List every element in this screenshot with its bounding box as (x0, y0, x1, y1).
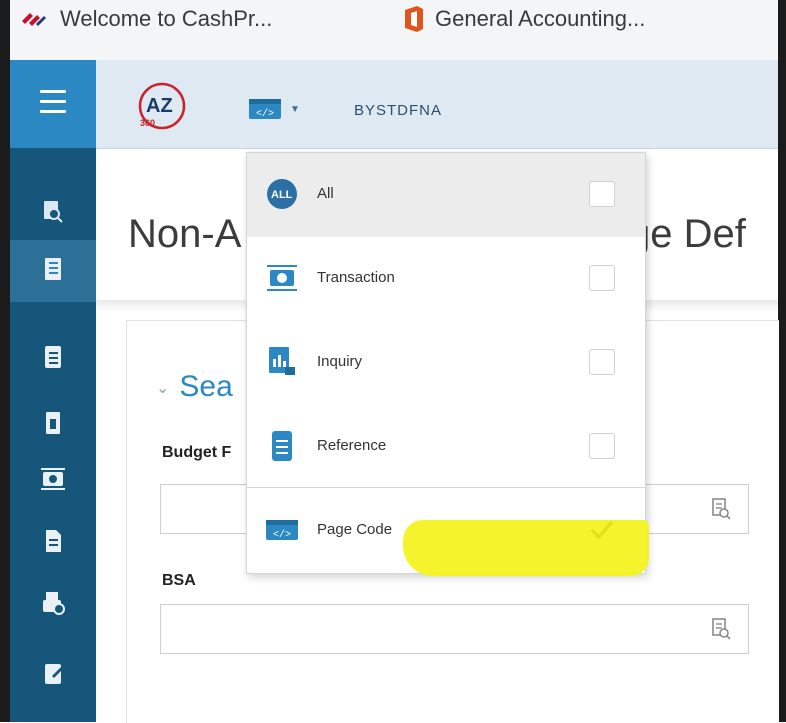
flag-icon (22, 13, 46, 26)
search-section-toggle[interactable]: ⌄ Sea (156, 370, 233, 404)
dropdown-item-label: All (317, 185, 334, 202)
reference-checkbox[interactable] (589, 433, 615, 459)
dropdown-item-label: Inquiry (317, 353, 363, 370)
dropdown-item-reference[interactable]: Reference (247, 405, 645, 489)
chevron-down-icon: ⌄ (156, 380, 170, 398)
inquiry-checkbox[interactable] (589, 349, 615, 375)
search-section-label: Sea (179, 370, 233, 403)
budget-field-label: Budget F (162, 444, 232, 461)
print-settings-icon[interactable] (40, 590, 66, 616)
svg-text:ALL: ALL (271, 189, 293, 201)
page-code-icon: </> (249, 99, 281, 120)
page-code-selector[interactable]: </> ▼ (248, 98, 300, 120)
svg-text:</>: </> (256, 108, 274, 120)
chevron-down-icon: ▼ (290, 103, 300, 115)
ledger-icon[interactable] (40, 256, 66, 282)
bookmarks-bar: Welcome to CashPr... General Accounting.… (10, 0, 778, 61)
document-icon[interactable] (40, 344, 66, 370)
lookup-icon (712, 498, 731, 520)
dropdown-item-transaction[interactable]: Transaction (247, 237, 645, 321)
all-checkbox[interactable] (589, 181, 615, 207)
page-code-icon: </> (266, 520, 298, 541)
dropdown-item-label: Page Code (317, 521, 393, 538)
dropdown-item-label: Transaction (317, 269, 395, 286)
az360-logo[interactable]: AZ 360 (134, 80, 194, 132)
page-title: Non-A (128, 212, 242, 256)
bookmark-label: General Accounting... (435, 6, 646, 31)
transaction-checkbox[interactable] (589, 265, 615, 291)
bsa-field-label: BSA (162, 572, 196, 589)
left-nav (10, 60, 96, 722)
app-header: AZ 360 </> ▼ BYSTDFNA (96, 60, 778, 149)
window-frame-right (778, 0, 786, 722)
svg-text:</>: </> (273, 529, 291, 541)
bsa-field-input[interactable] (160, 604, 696, 654)
office-icon (405, 6, 423, 32)
lookup-icon (712, 618, 731, 640)
dropdown-item-label: Reference (317, 437, 387, 454)
inquiry-icon (269, 347, 295, 375)
bsa-lookup-button[interactable] (694, 604, 749, 654)
yellow-highlight-annotation (403, 520, 649, 576)
bookmark-label: Welcome to CashPr... (60, 6, 273, 31)
bookmark-cashpro[interactable]: Welcome to CashPr... (22, 6, 273, 32)
window-frame-left (0, 0, 10, 722)
transaction-icon (267, 265, 297, 291)
transaction-icon[interactable] (40, 466, 66, 492)
all-icon: ALL (267, 179, 297, 209)
bookmark-general-accounting[interactable]: General Accounting... (405, 6, 646, 32)
dropdown-item-inquiry[interactable]: Inquiry (247, 321, 645, 405)
report-icon[interactable] (40, 410, 66, 436)
nav-menu-area (10, 60, 96, 148)
dropdown-divider (247, 487, 645, 488)
reference-icon (272, 431, 292, 461)
svg-text:AZ: AZ (146, 95, 173, 117)
page-list-icon[interactable] (40, 528, 66, 554)
search-document-icon[interactable] (40, 198, 66, 224)
environment-label: BYSTDFNA (354, 102, 443, 119)
page-type-dropdown: ALL All Transaction Inquiry Reference </… (246, 152, 646, 574)
hamburger-menu-icon[interactable] (40, 90, 66, 113)
edit-document-icon[interactable] (40, 660, 66, 686)
svg-text:360: 360 (140, 118, 155, 128)
budget-lookup-button[interactable] (694, 484, 749, 534)
dropdown-item-all[interactable]: ALL All (247, 153, 645, 237)
